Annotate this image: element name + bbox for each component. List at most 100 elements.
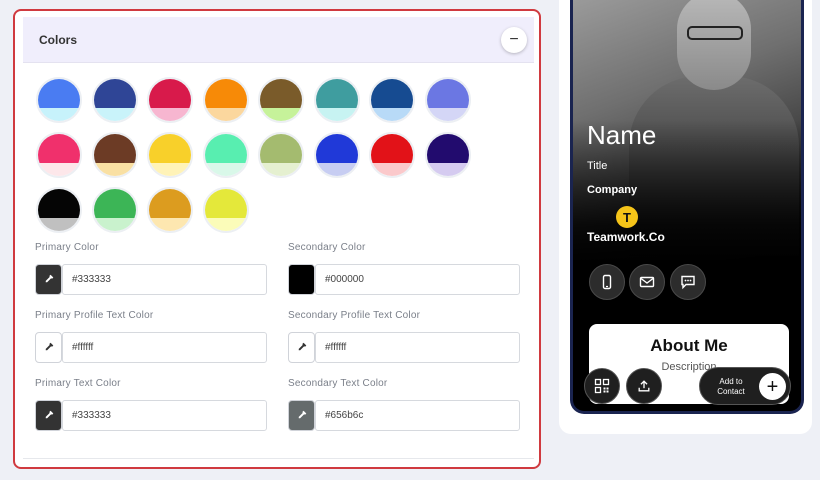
color-swatch[interactable]: [91, 187, 138, 233]
color-swatch[interactable]: [147, 187, 193, 233]
swatch-top: [204, 134, 247, 163]
eyedropper-icon: [298, 342, 307, 351]
color-swatch[interactable]: [91, 77, 138, 123]
primary-text-color-label: Primary Text Color: [35, 378, 121, 389]
swatch-bottom: [315, 107, 358, 121]
color-swatch[interactable]: [258, 132, 304, 178]
primary-profile-text-color-field: Primary Profile Text Color #ffffff: [35, 310, 267, 363]
secondary-color-picker[interactable]: [288, 264, 315, 295]
swatch-top: [315, 79, 358, 108]
eyedropper-icon: [45, 274, 54, 283]
primary-profile-text-color-label: Primary Profile Text Color: [35, 310, 154, 321]
swatch-bottom: [204, 162, 247, 176]
share-button[interactable]: [626, 368, 662, 404]
swatch-top: [149, 189, 191, 218]
share-icon: [638, 380, 650, 392]
swatch-top: [93, 189, 136, 218]
secondary-text-color-picker[interactable]: [288, 400, 315, 431]
qr-code-button[interactable]: [584, 368, 620, 404]
color-swatch[interactable]: [36, 187, 82, 233]
add-to-contact-button[interactable]: Add to Contact +: [699, 367, 791, 405]
qr-code-icon: [594, 378, 610, 394]
company-logo-icon: T: [616, 206, 638, 228]
eyedropper-icon: [45, 410, 54, 419]
primary-text-color-picker[interactable]: [35, 400, 62, 431]
primary-color-picker[interactable]: [35, 264, 62, 295]
secondary-profile-text-color-picker[interactable]: [288, 332, 315, 363]
swatch-top: [38, 134, 80, 163]
secondary-text-color-label: Secondary Text Color: [288, 378, 388, 389]
color-swatch[interactable]: [147, 77, 193, 123]
eyedropper-icon: [298, 410, 307, 419]
swatch-bottom: [204, 107, 247, 121]
swatch-top: [315, 134, 358, 163]
profile-company: Company: [587, 184, 638, 196]
primary-profile-text-color-picker[interactable]: [35, 332, 62, 363]
swatch-top: [93, 134, 136, 163]
swatch-bottom: [38, 217, 80, 231]
color-swatch[interactable]: [313, 77, 360, 123]
swatch-bottom: [93, 217, 136, 231]
swatch-bottom: [315, 162, 358, 176]
eyedropper-icon: [45, 342, 54, 351]
secondary-color-field: Secondary Color #000000: [288, 242, 520, 295]
primary-text-color-input[interactable]: #333333: [62, 400, 267, 431]
swatch-bottom: [260, 162, 302, 176]
swatch-bottom: [149, 162, 191, 176]
colors-section-title: Colors: [39, 33, 78, 47]
color-swatch[interactable]: [424, 132, 471, 178]
primary-color-input[interactable]: #333333: [62, 264, 267, 295]
secondary-profile-text-color-input[interactable]: #ffffff: [315, 332, 520, 363]
secondary-text-color-input[interactable]: #656b6c: [315, 400, 520, 431]
primary-color-label: Primary Color: [35, 242, 99, 253]
add-to-contact-label: Add to Contact: [717, 377, 745, 396]
color-swatch[interactable]: [313, 132, 360, 178]
company-brand-name: Teamwork.Co: [587, 230, 665, 244]
color-swatch[interactable]: [202, 77, 249, 123]
swatch-bottom: [371, 162, 413, 176]
swatch-bottom: [426, 107, 469, 121]
swatch-top: [38, 79, 80, 108]
color-swatch[interactable]: [369, 77, 415, 123]
swatch-bottom: [149, 107, 191, 121]
message-action-button[interactable]: [670, 264, 706, 300]
plus-icon: +: [759, 373, 786, 400]
swatch-bottom: [204, 217, 247, 231]
color-swatch[interactable]: [424, 77, 471, 123]
phone-preview: Name Title Company T Teamwork.Co About M…: [570, 0, 804, 414]
mail-icon: [639, 276, 655, 288]
person-head-shape: [677, 0, 751, 90]
collapse-icon[interactable]: −: [501, 27, 527, 53]
swatch-bottom: [149, 217, 191, 231]
swatch-top: [38, 189, 80, 218]
phone-action-button[interactable]: [589, 264, 625, 300]
swatch-top: [426, 79, 469, 108]
section-divider: [23, 458, 534, 459]
email-action-button[interactable]: [629, 264, 665, 300]
color-swatch[interactable]: [91, 132, 138, 178]
colors-section-header[interactable]: Colors −: [23, 17, 534, 63]
color-swatch[interactable]: [147, 132, 193, 178]
color-swatch[interactable]: [36, 132, 82, 178]
secondary-profile-text-color-label: Secondary Profile Text Color: [288, 310, 421, 321]
primary-text-color-field: Primary Text Color #333333: [35, 378, 267, 431]
swatch-top: [426, 134, 469, 163]
swatch-bottom: [93, 107, 136, 121]
color-swatch[interactable]: [369, 132, 415, 178]
phone-icon: [602, 274, 612, 290]
colors-panel: Colors − Primary Color #333333 Secondary…: [13, 9, 541, 469]
profile-name: Name: [587, 120, 657, 150]
swatch-bottom: [93, 162, 136, 176]
swatch-top: [93, 79, 136, 108]
chat-icon: [681, 275, 695, 290]
color-swatch[interactable]: [202, 132, 249, 178]
color-swatch[interactable]: [36, 77, 82, 123]
primary-profile-text-color-input[interactable]: #ffffff: [62, 332, 267, 363]
secondary-color-input[interactable]: #000000: [315, 264, 520, 295]
color-swatch[interactable]: [258, 77, 304, 123]
swatch-top: [204, 79, 247, 108]
color-swatch[interactable]: [202, 187, 249, 233]
secondary-profile-text-color-field: Secondary Profile Text Color #ffffff: [288, 310, 520, 363]
profile-title: Title: [587, 160, 608, 172]
swatch-top: [149, 134, 191, 163]
